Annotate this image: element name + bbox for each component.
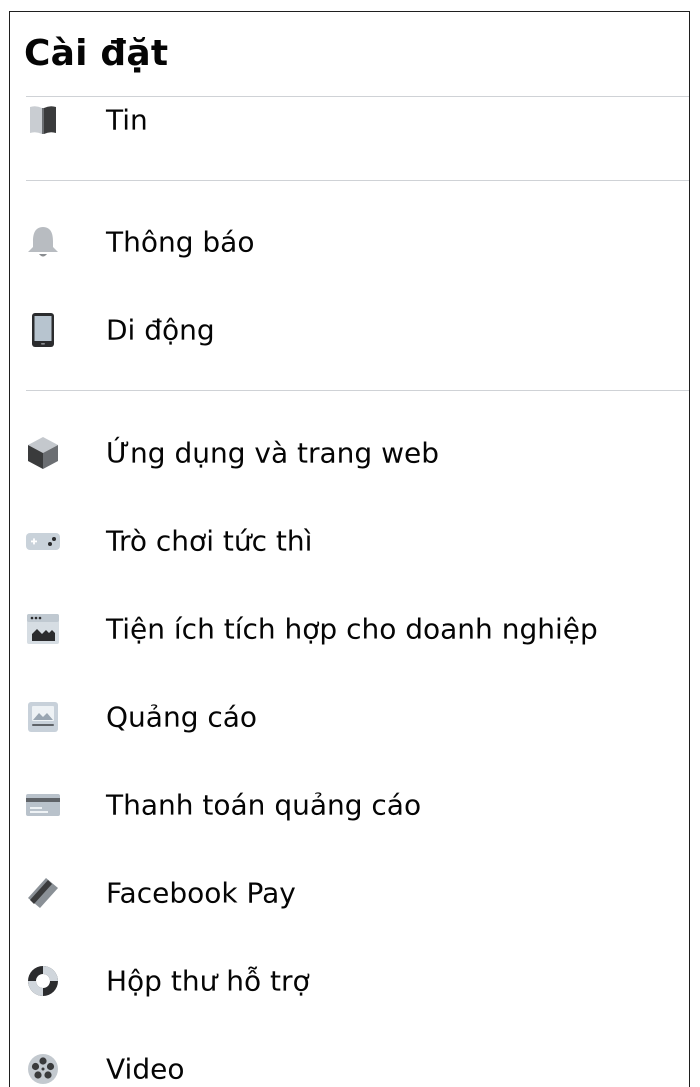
business-integration-icon	[24, 610, 62, 648]
menu-item-label: Tin	[106, 103, 148, 137]
gamepad-icon	[24, 522, 62, 560]
bell-icon	[24, 223, 62, 261]
mobile-phone-icon	[24, 311, 62, 349]
menu-item-stories[interactable]: Tin	[10, 90, 680, 150]
divider	[26, 390, 689, 391]
ad-image-icon	[24, 698, 62, 736]
page-title: Cài đặt	[24, 33, 169, 74]
menu-item-video[interactable]: Video	[10, 1039, 680, 1087]
menu-item-label: Trò chơi tức thì	[106, 524, 313, 558]
menu-item-label: Video	[106, 1052, 185, 1086]
menu-item-label: Thanh toán quảng cáo	[106, 788, 422, 822]
menu-item-label: Hộp thư hỗ trợ	[106, 964, 310, 998]
menu-item-facebook-pay[interactable]: Facebook Pay	[10, 863, 680, 923]
lifebuoy-icon	[24, 962, 62, 1000]
menu-item-mobile[interactable]: Di động	[10, 300, 680, 360]
menu-item-apps-websites[interactable]: Ứng dụng và trang web	[10, 423, 680, 483]
menu-item-business-integrations[interactable]: Tiện ích tích hợp cho doanh nghiệp	[10, 599, 680, 659]
film-reel-icon	[24, 1050, 62, 1087]
menu-item-notifications[interactable]: Thông báo	[10, 212, 680, 272]
menu-item-ad-payments[interactable]: Thanh toán quảng cáo	[10, 775, 680, 835]
divider	[26, 180, 689, 181]
cube-icon	[24, 434, 62, 472]
menu-item-label: Ứng dụng và trang web	[106, 436, 439, 470]
menu-item-label: Quảng cáo	[106, 700, 258, 734]
menu-item-instant-games[interactable]: Trò chơi tức thì	[10, 511, 680, 571]
payment-tag-icon	[24, 874, 62, 912]
menu-item-label: Tiện ích tích hợp cho doanh nghiệp	[106, 612, 598, 646]
menu-item-label: Thông báo	[106, 225, 255, 259]
book-icon	[24, 101, 62, 139]
menu-item-ads[interactable]: Quảng cáo	[10, 687, 680, 747]
menu-item-label: Facebook Pay	[106, 876, 296, 910]
menu-item-label: Di động	[106, 313, 215, 347]
credit-card-icon	[24, 786, 62, 824]
settings-panel: Cài đặt Tin Thông báo Di động Ứng dụng v…	[9, 11, 690, 1087]
menu-item-support-inbox[interactable]: Hộp thư hỗ trợ	[10, 951, 680, 1011]
